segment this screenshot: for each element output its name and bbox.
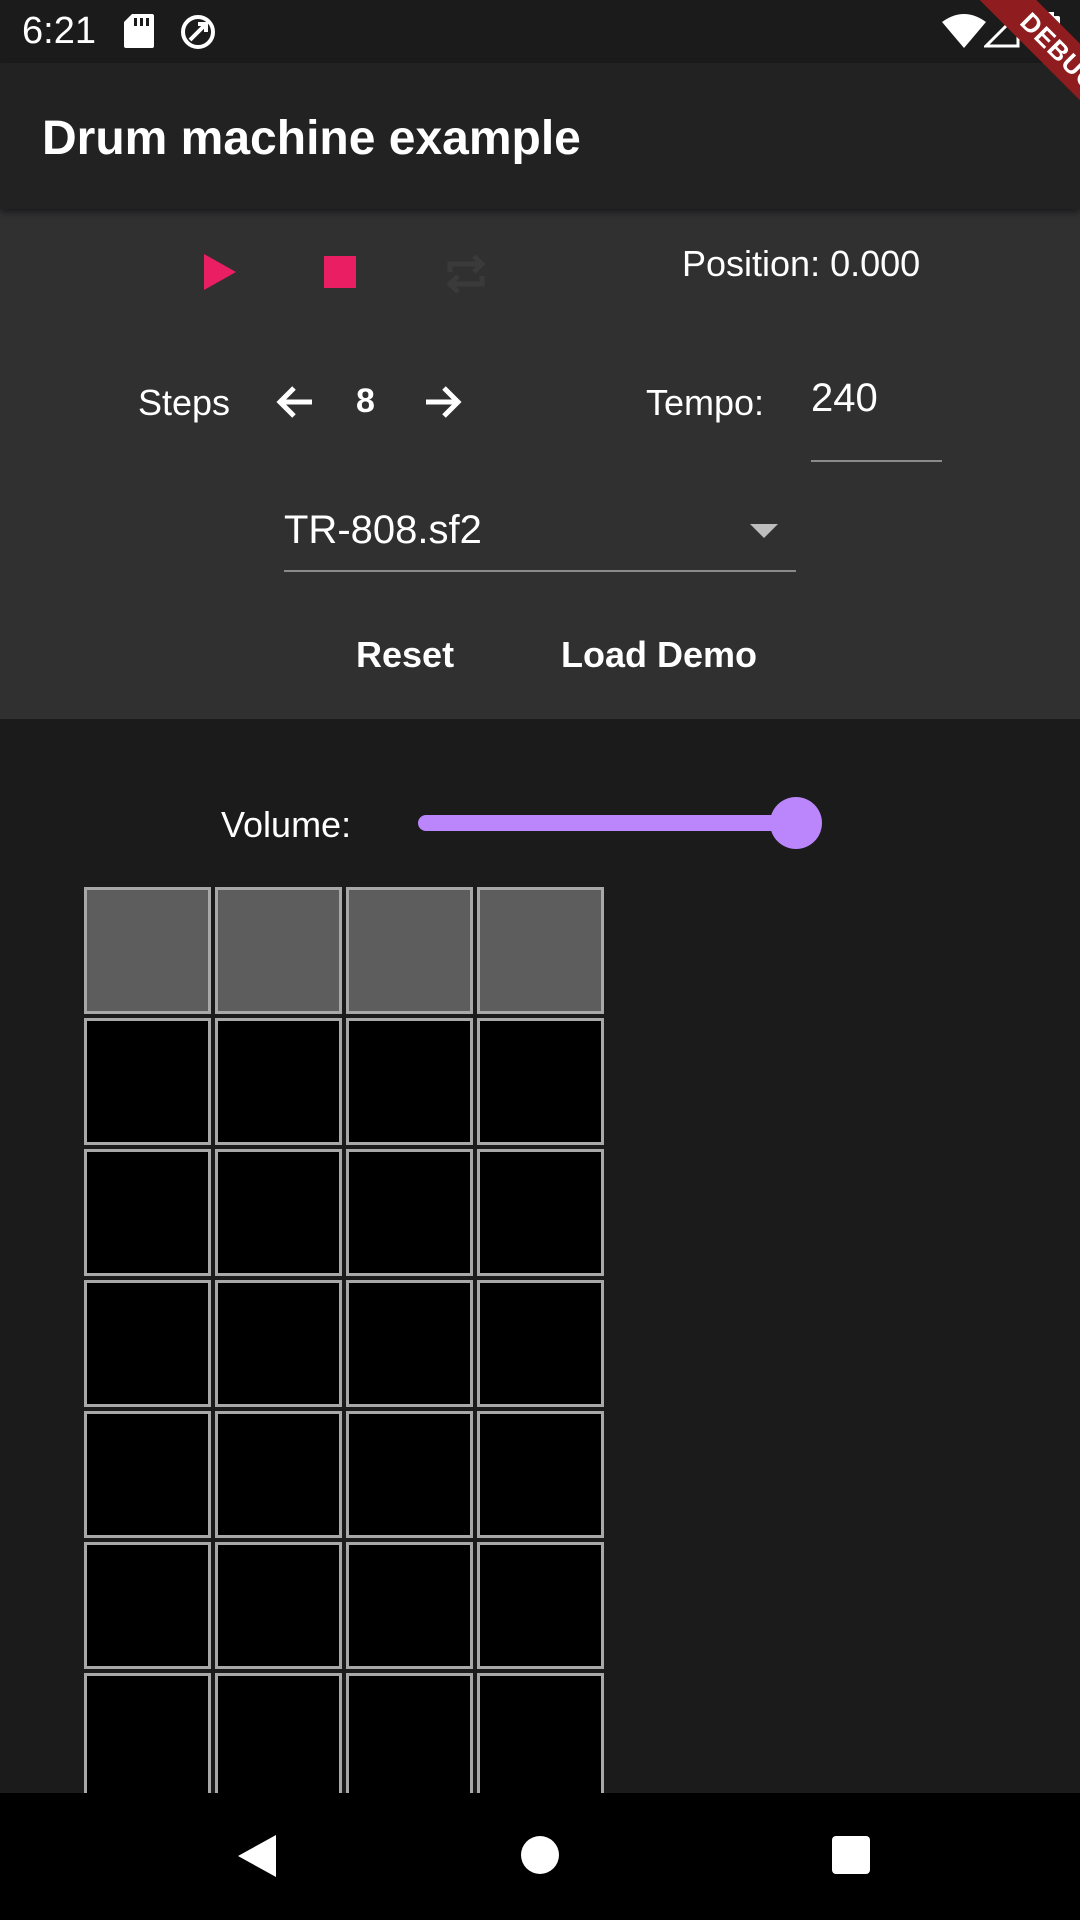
grid-cell[interactable] [477, 1018, 604, 1145]
nav-bar [0, 1793, 1080, 1920]
volume-slider-track[interactable] [418, 815, 796, 831]
tempo-label: Tempo: [646, 382, 765, 423]
arrow-right-icon[interactable] [418, 378, 466, 426]
grid-cell[interactable] [84, 1018, 211, 1145]
grid-cell[interactable] [215, 1411, 342, 1538]
position-readout: Position: 0.000 [682, 243, 921, 284]
tempo-field[interactable]: 240 [811, 368, 942, 462]
status-time: 6:21 [22, 10, 96, 52]
sd-card-icon [124, 14, 154, 48]
grid-cell[interactable] [477, 1673, 604, 1800]
grid-cell[interactable] [346, 1411, 473, 1538]
grid-cell[interactable] [84, 1542, 211, 1669]
grid-cell[interactable] [346, 1018, 473, 1145]
grid-cell[interactable] [215, 1280, 342, 1407]
grid-cell[interactable] [346, 1542, 473, 1669]
grid-header-cell [215, 887, 342, 1014]
steps-value: 8 [356, 382, 375, 420]
soundfont-dropdown[interactable]: TR-808.sf2 [284, 500, 796, 572]
grid-cell[interactable] [215, 1018, 342, 1145]
app-bar: Drum machine example [0, 63, 1080, 209]
grid-cell[interactable] [477, 1149, 604, 1276]
grid-header-cell [84, 887, 211, 1014]
reset-button[interactable]: Reset [356, 634, 454, 676]
step-grid [84, 887, 609, 1807]
grid-cell[interactable] [84, 1411, 211, 1538]
arrow-left-icon[interactable] [272, 378, 320, 426]
grid-cell[interactable] [477, 1542, 604, 1669]
grid-cell[interactable] [84, 1673, 211, 1800]
repeat-icon[interactable] [440, 248, 492, 300]
grid-cell[interactable] [477, 1280, 604, 1407]
grid-cell[interactable] [477, 1411, 604, 1538]
back-icon[interactable] [236, 1833, 278, 1879]
home-icon[interactable] [521, 1836, 559, 1874]
sync-icon [181, 15, 215, 49]
controls-panel [0, 209, 1080, 719]
volume-slider-thumb[interactable] [770, 797, 822, 849]
grid-cell[interactable] [84, 1280, 211, 1407]
grid-cell[interactable] [215, 1673, 342, 1800]
grid-cell[interactable] [215, 1542, 342, 1669]
grid-cell[interactable] [346, 1280, 473, 1407]
status-bar: 6:21 [0, 0, 1080, 63]
load-demo-button[interactable]: Load Demo [561, 634, 757, 676]
grid-header-cell [346, 887, 473, 1014]
tempo-value: 240 [811, 376, 878, 420]
recents-icon[interactable] [832, 1836, 870, 1874]
grid-cell[interactable] [346, 1673, 473, 1800]
soundfont-selected: TR-808.sf2 [284, 508, 482, 552]
steps-label: Steps [138, 382, 231, 423]
grid-cell[interactable] [346, 1149, 473, 1276]
play-icon[interactable] [196, 250, 240, 294]
page-title: Drum machine example [42, 112, 581, 165]
volume-label: Volume: [221, 804, 352, 845]
grid-cell[interactable] [84, 1149, 211, 1276]
dropdown-arrow-icon [750, 524, 778, 538]
stop-icon[interactable] [324, 256, 356, 288]
wifi-icon [942, 14, 986, 48]
grid-cell[interactable] [215, 1149, 342, 1276]
grid-header-cell [477, 887, 604, 1014]
